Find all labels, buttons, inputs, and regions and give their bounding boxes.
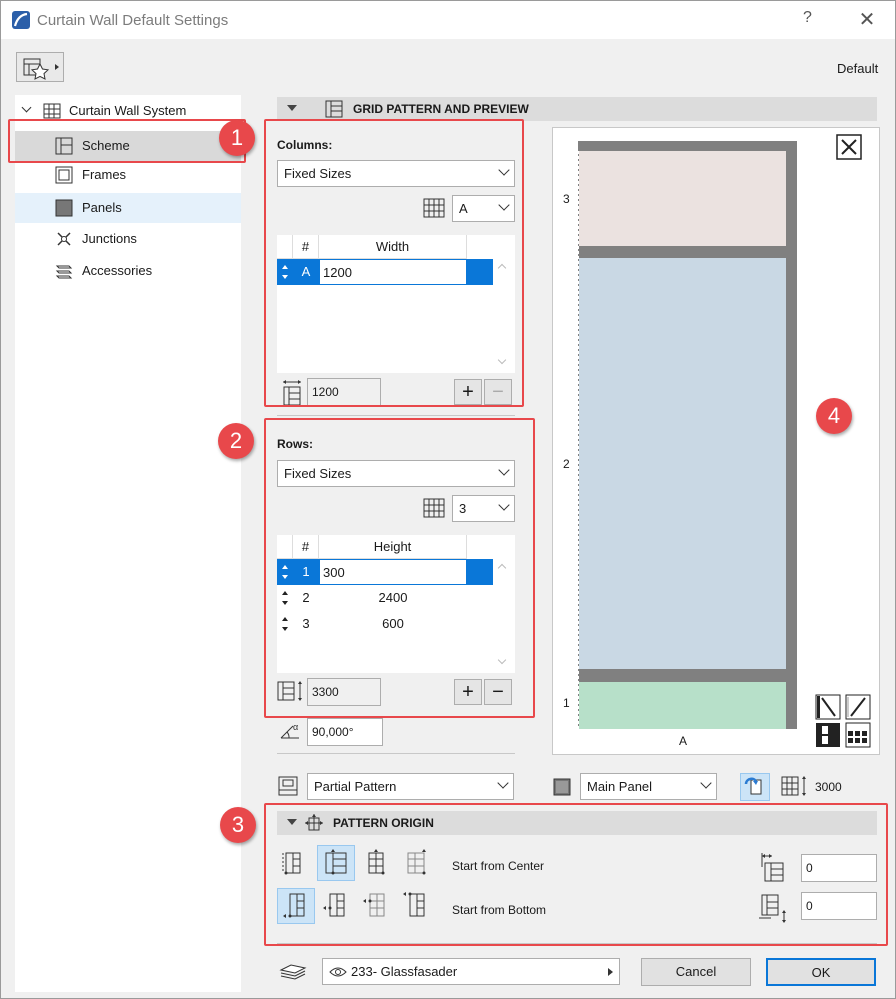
dialog-window: Curtain Wall Default Settings ? ✕ Defaul…: [0, 0, 896, 999]
annotation-box-scheme: [8, 119, 246, 163]
default-label: Default: [837, 61, 879, 76]
preview-row-label: 2: [563, 457, 570, 471]
tree-item-label: Panels: [82, 200, 122, 215]
preview-mode-tiles-icon[interactable]: [815, 722, 841, 748]
help-button[interactable]: ?: [803, 9, 812, 27]
junctions-icon: [55, 230, 73, 248]
partial-pattern-icon: [277, 775, 299, 797]
divider: [277, 415, 515, 416]
pattern-mode-value: Partial Pattern: [314, 779, 397, 794]
tree-item-frames[interactable]: Frames: [15, 163, 241, 187]
chevron-down-icon: [700, 777, 712, 789]
preview-mode-diagonal-icon[interactable]: [815, 694, 841, 720]
window-title: Curtain Wall Default Settings: [37, 12, 229, 29]
layer-value: 233- Glassfasader: [351, 964, 458, 979]
apply-to-panels-button[interactable]: [740, 773, 770, 801]
preview-panel-middle: [579, 258, 786, 669]
chevron-right-icon: [608, 968, 613, 976]
frames-icon: [55, 166, 73, 184]
grid-preview: 3 2 1 A: [552, 127, 880, 755]
preview-frame: [578, 141, 797, 729]
pattern-mode-select[interactable]: Partial Pattern: [307, 773, 514, 800]
cancel-button[interactable]: Cancel: [641, 958, 751, 986]
panels-icon: [55, 199, 73, 217]
layer-icon: [279, 961, 307, 983]
panel-select-value: Main Panel: [587, 779, 653, 794]
divider: [277, 753, 515, 754]
collapse-icon[interactable]: [287, 105, 297, 111]
chevron-down-icon: [497, 777, 509, 789]
tree-item-label: Frames: [82, 167, 127, 182]
layer-select[interactable]: 233- Glassfasader: [322, 958, 620, 985]
tree-item-panels[interactable]: Panels: [15, 193, 241, 223]
annotation-badge: 4: [816, 398, 852, 434]
grid-pattern-header[interactable]: GRID PATTERN AND PREVIEW: [277, 97, 877, 121]
preview-row-label: 3: [563, 192, 570, 206]
grid-pattern-title: GRID PATTERN AND PREVIEW: [353, 102, 529, 116]
panel-select[interactable]: Main Panel: [580, 773, 717, 800]
chevron-down-icon[interactable]: [21, 102, 32, 113]
curtain-wall-icon: [43, 102, 61, 120]
tree-item-label: Junctions: [82, 231, 137, 246]
tree-item-accessories[interactable]: Accessories: [15, 259, 241, 283]
preview-dashed-edge: [578, 151, 579, 729]
close-preview-icon[interactable]: [836, 134, 862, 160]
height-icon: [781, 775, 809, 797]
accessories-icon: [55, 262, 73, 280]
annotation-box-rows: [264, 418, 535, 718]
preview-panel-top: [579, 151, 786, 246]
archicad-logo-icon: [12, 11, 30, 29]
preview-panel-bottom: [579, 682, 786, 729]
annotation-badge: 1: [219, 120, 255, 156]
annotation-box-origin: [264, 803, 888, 946]
preview-mode-diagonal-alt-icon[interactable]: [845, 694, 871, 720]
tree-item-label: Accessories: [82, 263, 153, 278]
angle-input[interactable]: 90,000°: [307, 718, 383, 746]
preview-row-label: 1: [563, 696, 570, 710]
annotation-box-columns: [264, 119, 524, 407]
preview-mode-grid-icon[interactable]: [845, 722, 871, 748]
svg-text:α: α: [293, 722, 298, 732]
main-panel-icon: [552, 777, 572, 797]
preview-col-label: A: [679, 734, 688, 748]
settings-tree: Curtain Wall System Scheme Frames Panels…: [15, 95, 241, 992]
close-window-button[interactable]: ✕: [853, 6, 881, 34]
eye-icon[interactable]: [329, 965, 347, 979]
ok-button[interactable]: OK: [766, 958, 876, 986]
tree-item-junctions[interactable]: Junctions: [15, 227, 241, 251]
pattern-height-value: 3000: [815, 780, 842, 794]
annotation-badge: 2: [218, 423, 254, 459]
favorites-button[interactable]: [16, 52, 64, 82]
grid-pattern-icon: [325, 100, 343, 118]
title-bar: Curtain Wall Default Settings ? ✕: [1, 1, 895, 39]
angle-icon: α: [279, 720, 303, 742]
annotation-badge: 3: [220, 807, 256, 843]
